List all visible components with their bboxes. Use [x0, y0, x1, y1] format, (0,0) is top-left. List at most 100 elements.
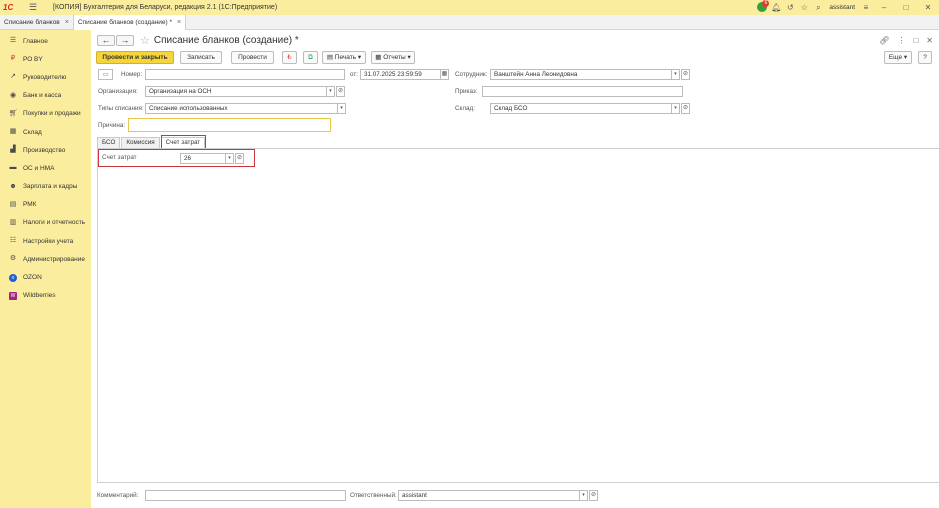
responsible-input[interactable]: assistant	[398, 490, 581, 501]
warehouse-open-icon[interactable]: ⊘	[681, 103, 690, 114]
menu-icon: ☰	[9, 37, 17, 45]
sidebar-item-admin[interactable]: ⚙ Администрирование	[0, 250, 91, 268]
notifications-button[interactable]: 6	[755, 0, 770, 15]
ozon-icon: o	[9, 273, 17, 282]
sidebar: ☰ Главное ₽ РО BY ↗ Руководителю ◉ Банк и ка…	[0, 30, 91, 508]
number-label: Номер:	[121, 71, 143, 78]
search-icon[interactable]: ⌕	[811, 0, 825, 15]
sidebar-item-ro-by[interactable]: ₽ РО BY	[0, 50, 91, 68]
date-input[interactable]: 31.07.2025 23:59:59	[360, 69, 449, 80]
close-form-icon[interactable]: ✕	[926, 36, 933, 45]
employee-open-icon[interactable]: ⊘	[681, 69, 690, 80]
notifications-badge: 6	[762, 0, 770, 7]
back-button[interactable]: ←	[97, 35, 115, 46]
close-icon[interactable]: ×	[65, 19, 69, 26]
sidebar-item-label: Настройки учета	[23, 237, 74, 245]
maximize-icon[interactable]: □	[895, 0, 917, 15]
responsible-dropdown-icon[interactable]: ▾	[579, 490, 588, 501]
minimize-icon[interactable]: –	[873, 0, 895, 15]
tab-writeoff-list[interactable]: Списание бланков ×	[0, 15, 74, 30]
warehouse-input[interactable]: Склад БСО	[490, 103, 680, 114]
main-menu-icon[interactable]: ☰	[29, 2, 39, 13]
comment-label: Комментарий:	[97, 492, 139, 499]
post-and-close-button[interactable]: Провести и закрыть	[96, 51, 174, 64]
sidebar-item-label: РМК	[23, 201, 37, 209]
sidebar-item-main[interactable]: ☰ Главное	[0, 32, 91, 50]
app-logo: 1С	[3, 3, 14, 12]
sidebar-item-salary[interactable]: ☻ Зарплата и кадры	[0, 178, 91, 196]
employee-dropdown-icon[interactable]: ▾	[671, 69, 680, 80]
bell-outline-icon[interactable]: 🔔︎	[769, 0, 783, 15]
tab-writeoff-create[interactable]: Списание бланков (создание) * ×	[73, 15, 187, 30]
sidebar-item-assets[interactable]: ▬ ОС и НМА	[0, 159, 91, 177]
favorite-star-icon[interactable]: ☆	[140, 34, 150, 47]
post-button[interactable]: Провести	[231, 51, 274, 64]
responsible-open-icon[interactable]: ⊘	[589, 490, 598, 501]
factory-icon: ▟	[10, 146, 16, 154]
sidebar-item-accounting-settings[interactable]: ☷ Настройки учета	[0, 232, 91, 250]
responsible-label: Ответственный:	[350, 492, 397, 499]
sidebar-item-label: Администрирование	[23, 255, 85, 263]
history-icon[interactable]: ↺	[783, 0, 797, 15]
sidebar-item-ozon[interactable]: o OZON	[0, 268, 91, 286]
reason-input[interactable]	[128, 118, 331, 132]
sidebar-item-production[interactable]: ▟ Производство	[0, 141, 91, 159]
user-name[interactable]: assistant	[829, 4, 855, 11]
tax-icon: ▥	[9, 218, 17, 226]
document-form: ← → ☆ Списание бланков (создание) * 🔗︎ ⋮…	[91, 30, 939, 508]
chart-icon: ↗	[10, 73, 16, 81]
field-highlight-frame	[98, 149, 255, 167]
title-bar: 1С ☰ [КОПИЯ] Бухгалтерия для Беларуси, р…	[0, 0, 939, 15]
order-input[interactable]	[482, 86, 683, 97]
employee-label: Сотрудник:	[455, 71, 488, 78]
employee-input[interactable]: Ванштейн Анна Леонидовна	[490, 69, 680, 80]
reason-label: Причина:	[98, 122, 126, 129]
gear-icon: ⚙	[9, 255, 17, 263]
save-button[interactable]: Записать	[180, 51, 222, 64]
ruble-icon: ₽	[10, 55, 16, 63]
people-icon: ☻	[9, 182, 17, 190]
sidebar-item-manager[interactable]: ↗ Руководителю	[0, 68, 91, 86]
writeoff-type-dropdown-icon[interactable]: ▾	[337, 103, 346, 114]
dt-kt-icon[interactable]: ₺	[282, 51, 297, 64]
organization-open-icon[interactable]: ⊘	[336, 86, 345, 97]
calendar-icon[interactable]: ▦	[440, 69, 449, 80]
more-button[interactable]: Еще ▾	[884, 51, 912, 64]
bank-icon: ◉	[9, 91, 17, 99]
sidebar-item-wildberries[interactable]: W Wildberries	[0, 287, 91, 305]
tab-label: Списание бланков (создание) *	[77, 19, 173, 26]
number-toggle-icon[interactable]: ▭	[98, 69, 113, 80]
writeoff-type-select[interactable]: Списание использованных	[145, 103, 346, 114]
sidebar-item-taxes[interactable]: ▥ Налоги и отчетность	[0, 214, 91, 232]
reports-button[interactable]: ▦ Отчеты ▾	[371, 51, 415, 64]
organization-label: Организация:	[98, 88, 138, 95]
sidebar-item-label: Склад	[23, 128, 42, 136]
forward-button[interactable]: →	[116, 35, 134, 46]
sidebar-item-rmk[interactable]: ▤ РМК	[0, 196, 91, 214]
sidebar-item-bank[interactable]: ◉ Банк и касса	[0, 87, 91, 105]
close-icon[interactable]: ×	[177, 19, 181, 26]
warehouse-dropdown-icon[interactable]: ▾	[671, 103, 680, 114]
more-vertical-icon[interactable]: ⋮	[897, 36, 905, 45]
number-input[interactable]	[145, 69, 345, 80]
comment-input[interactable]	[145, 490, 346, 501]
favorites-star-icon[interactable]: ☆	[797, 0, 811, 15]
organization-dropdown-icon[interactable]: ▾	[326, 86, 335, 97]
restore-window-icon[interactable]: □	[913, 36, 918, 45]
page-title: Списание бланков (создание) *	[153, 35, 299, 46]
organization-input[interactable]: Организация на ОСН	[145, 86, 335, 97]
tab-commission[interactable]: Комиссия	[121, 137, 160, 148]
sidebar-item-label: OZON	[23, 274, 42, 282]
help-button[interactable]: ?	[918, 51, 932, 64]
sidebar-item-label: Руководителю	[23, 73, 67, 81]
structure-icon[interactable]: ⧉	[303, 51, 318, 64]
link-icon[interactable]: 🔗︎	[879, 36, 889, 45]
sidebar-item-label: РО BY	[23, 55, 43, 63]
settings-list-icon: ☷	[9, 237, 17, 245]
settings-sliders-icon[interactable]: ≡	[859, 0, 873, 15]
sidebar-item-sales[interactable]: 🛒︎ Покупки и продажи	[0, 105, 91, 123]
close-window-icon[interactable]: ✕	[917, 0, 939, 15]
tab-bso[interactable]: БСО	[97, 137, 121, 148]
print-button[interactable]: ▤ Печать ▾	[322, 51, 366, 64]
sidebar-item-warehouse[interactable]: ▦ Склад	[0, 123, 91, 141]
